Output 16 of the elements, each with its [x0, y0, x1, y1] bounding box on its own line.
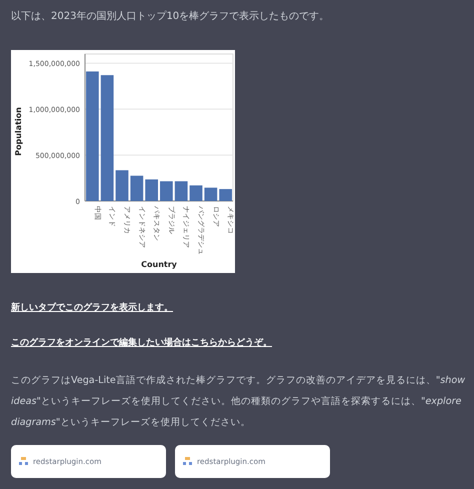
bar	[160, 181, 173, 201]
intro-text: 以下は、2023年の国別人口トップ10を棒グラフで表示したものです。	[11, 10, 330, 24]
x-axis-title: Country	[141, 260, 177, 269]
bar	[190, 185, 202, 201]
link[interactable]: このグラフをオンラインで編集したい場合はこちらからどうぞ。	[11, 334, 272, 352]
bar	[174, 181, 188, 201]
bar	[204, 188, 218, 201]
paragraph-text: このグラフはVega-Lite言語で作成された棒グラフです。グラフの改善のアイデアを見るには、"show ideas"というキーフレーズを使用してください。他の種類のグラフや言語を探索するには、"explore diagrams"というキーフレーズを使用してください。	[11, 374, 466, 430]
logo-icon	[19, 457, 29, 466]
link[interactable]: 新しいタブでこのグラフを表示します。	[11, 299, 173, 317]
bar	[145, 179, 158, 201]
y-axis-title: Population	[14, 107, 23, 156]
logo-icon	[183, 457, 193, 466]
bar	[130, 176, 144, 201]
bar	[116, 170, 128, 201]
bar	[219, 189, 232, 201]
